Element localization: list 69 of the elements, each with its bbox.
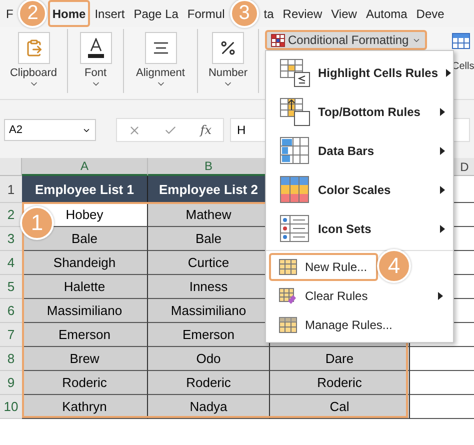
align-center-icon — [152, 42, 168, 54]
highlight-rules-icon — [280, 58, 310, 86]
enter-icon[interactable] — [164, 124, 178, 136]
table-cell: Odo — [148, 347, 270, 371]
ribbon-tab[interactable]: View — [327, 0, 361, 27]
group-label: Alignment — [136, 67, 185, 79]
color-scales-icon — [280, 176, 310, 204]
ribbon-tab[interactable]: Formul — [183, 0, 229, 27]
group-label: Font — [84, 67, 106, 79]
row-number[interactable]: 6 — [0, 299, 22, 323]
clipboard-icon — [24, 39, 42, 57]
ribbon-tab[interactable]: Page La — [130, 0, 182, 27]
row-number[interactable]: 9 — [0, 371, 22, 395]
percent-icon — [219, 39, 237, 57]
font-color-icon — [86, 38, 104, 58]
table-cell: Roderic — [22, 371, 148, 395]
menu-item[interactable]: New Rule... — [269, 253, 378, 281]
ribbon-tab[interactable]: F — [2, 0, 18, 27]
ribbon-tab[interactable]: ta — [260, 0, 278, 27]
ribbon-group-button[interactable] — [212, 32, 244, 64]
row-number[interactable]: 3 — [0, 227, 22, 251]
icon-sets-icon — [280, 214, 310, 242]
top-bottom-rules-icon — [280, 98, 310, 126]
ribbon-tab[interactable]: Home — [48, 0, 90, 27]
insert-function-label[interactable]: fx — [200, 123, 212, 137]
table-cell: Kathryn — [22, 395, 148, 419]
table-cell: Halette — [22, 275, 148, 299]
group-label: Number — [208, 67, 248, 79]
row-number[interactable]: 10 — [0, 395, 22, 419]
ribbon-group-button[interactable] — [80, 32, 112, 64]
menu-item[interactable]: Highlight Cells Rules — [266, 53, 453, 92]
table-cell: Roderic — [270, 371, 410, 395]
menu-item[interactable]: Clear Rules — [269, 282, 450, 310]
name-box[interactable]: A2 — [4, 119, 96, 141]
table-cell: Emerson — [148, 323, 270, 347]
clear-rules-icon — [279, 288, 297, 304]
step-badge: 2 — [18, 0, 48, 28]
table-cell: Emerson — [22, 323, 148, 347]
table-cell: Brew — [22, 347, 148, 371]
row-number[interactable]: 7 — [0, 323, 22, 347]
data-bars-icon — [280, 136, 310, 164]
table-cell: Cal — [270, 395, 410, 419]
table-cell: Nadya — [148, 395, 270, 419]
ribbon-tab[interactable]: Review — [278, 0, 326, 27]
table-grid-icon — [271, 34, 285, 46]
manage-rules-icon — [279, 317, 297, 333]
new-rule-icon — [279, 259, 297, 275]
row-number[interactable]: 4 — [0, 251, 22, 275]
table-cell: Massimiliano — [22, 299, 148, 323]
row-number[interactable]: 8 — [0, 347, 22, 371]
table-cell: Dare — [270, 347, 410, 371]
step-badge: 3 — [230, 0, 259, 28]
group-label: Clipboard — [10, 67, 58, 79]
ribbon-group-button[interactable] — [144, 32, 176, 64]
ribbon-tab[interactable]: Automa — [362, 0, 412, 27]
header-cell: Employee List 1 — [22, 176, 148, 203]
row-number[interactable]: 2 — [0, 203, 22, 227]
ribbon-tab[interactable]: Deve — [412, 0, 448, 27]
table-cell: Shandeigh — [22, 251, 148, 275]
conditional-formatting-button[interactable]: Conditional Formatting — [265, 30, 427, 50]
cells-icon[interactable] — [452, 33, 470, 49]
menu-item[interactable]: Top/Bottom Rules — [266, 92, 453, 131]
row-number[interactable]: 1 — [0, 176, 22, 203]
column-header[interactable]: A — [22, 158, 148, 176]
cancel-icon[interactable] — [128, 124, 142, 136]
menu-item[interactable]: Manage Rules... — [269, 311, 450, 339]
table-cell: Roderic — [148, 371, 270, 395]
ribbon-tab[interactable]: Insert — [90, 0, 129, 27]
row-number[interactable]: 5 — [0, 275, 22, 299]
